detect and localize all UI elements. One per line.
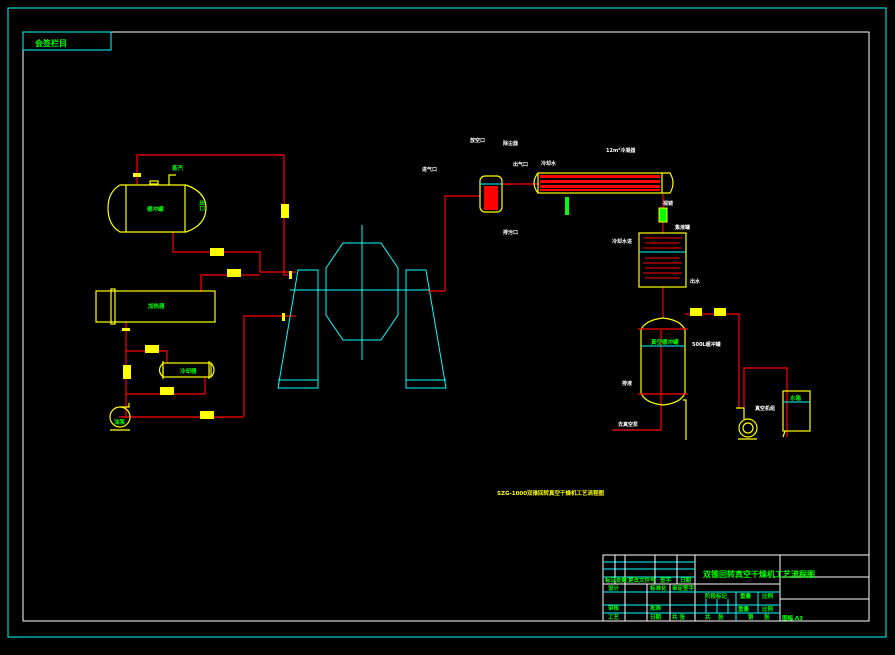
label: 比例 [762, 592, 774, 600]
label: 除尘器 [503, 140, 519, 147]
label: 水箱 [790, 394, 802, 402]
label: 处数 [615, 576, 628, 584]
cad-drawing: 会签栏目 缓冲罐 蒸汽 出口 加热器 冷却器 油泵 进气口 放空口 除尘器 出气… [7, 7, 887, 638]
label: 双锥回转真空干燥机工艺流程图 [703, 569, 815, 579]
label: 图幅 A3 [782, 614, 803, 622]
label: 工艺 [608, 613, 620, 621]
filter: 进气口 放空口 除尘器 出气口 排污口 [422, 137, 528, 236]
label: 设计 [608, 584, 620, 592]
label: 日期 [650, 613, 662, 621]
label: 冷却水 [541, 160, 557, 167]
double-cone-dryer [277, 225, 447, 389]
label: 重量 [740, 592, 752, 600]
label: 集液罐 [674, 224, 690, 231]
label: 放空口 [469, 137, 485, 144]
label: 500L缓冲罐 [692, 341, 721, 348]
label: 出水 [690, 278, 701, 285]
label: 视镜 [663, 200, 673, 207]
label: 缓冲罐 [147, 205, 164, 213]
label: 张 [718, 613, 724, 621]
corner-stamp: 会签栏目 [22, 31, 112, 51]
label: 出气口 [513, 161, 528, 168]
vacuum-tank: 真空缓冲罐 500L缓冲罐 排液 去真空泵 [618, 308, 726, 440]
label: 张 [764, 613, 770, 621]
label: 标准化 [649, 584, 667, 592]
label: 12m²冷凝器 [606, 147, 636, 154]
label: 签字 [659, 576, 672, 584]
label: 真空缓冲罐 [651, 338, 679, 346]
label: 冷却器 [180, 367, 197, 375]
label: 出口 [198, 200, 206, 211]
label: 日期 [680, 576, 692, 584]
left-pipes [119, 154, 296, 418]
label: 排液 [622, 380, 633, 387]
label: 批准 [650, 604, 662, 612]
vacuum-pump: 真空机组 [736, 405, 775, 440]
label: 审定签字 [672, 584, 695, 592]
right-pipes [428, 183, 788, 437]
drawing-frame [22, 31, 870, 622]
label: 共 张 [672, 613, 685, 621]
label: 共 [705, 613, 711, 621]
label: 进气口 [422, 166, 437, 173]
label: 标记 [604, 576, 617, 584]
label: 重量 [738, 605, 750, 613]
label: 第 [748, 613, 754, 621]
label: 更改文件号 [628, 576, 656, 584]
title-block: 双锥回转真空干燥机工艺流程图 标记 处数 更改文件号 签字 日期 设计 标准化 审定签… [602, 554, 870, 622]
label: 审核 [608, 604, 620, 612]
label: 排污口 [503, 229, 518, 236]
label: 冷却水进 [612, 238, 632, 245]
heater: 加热器 [95, 288, 216, 325]
label: 比例 [762, 605, 774, 613]
buffer-tank: 缓冲罐 蒸汽 出口 [107, 164, 207, 233]
label: 蒸汽 [171, 164, 184, 172]
label: 会签栏目 [35, 38, 67, 48]
cooler: 冷却器 [158, 361, 215, 379]
label: 加热器 [147, 302, 165, 310]
condenser: 12m²冷凝器 冷却水 视镜 [533, 147, 674, 223]
label: 阶段标记 [705, 592, 728, 600]
label: 真空机组 [755, 405, 775, 412]
receiver-tank: 冷却水进 集液罐 出水 [612, 224, 701, 288]
drawing-caption: SZG-1000双锥回转真空干燥机工艺流程图 [497, 489, 605, 497]
label: 去真空泵 [618, 421, 639, 428]
label: 油泵 [114, 418, 126, 426]
